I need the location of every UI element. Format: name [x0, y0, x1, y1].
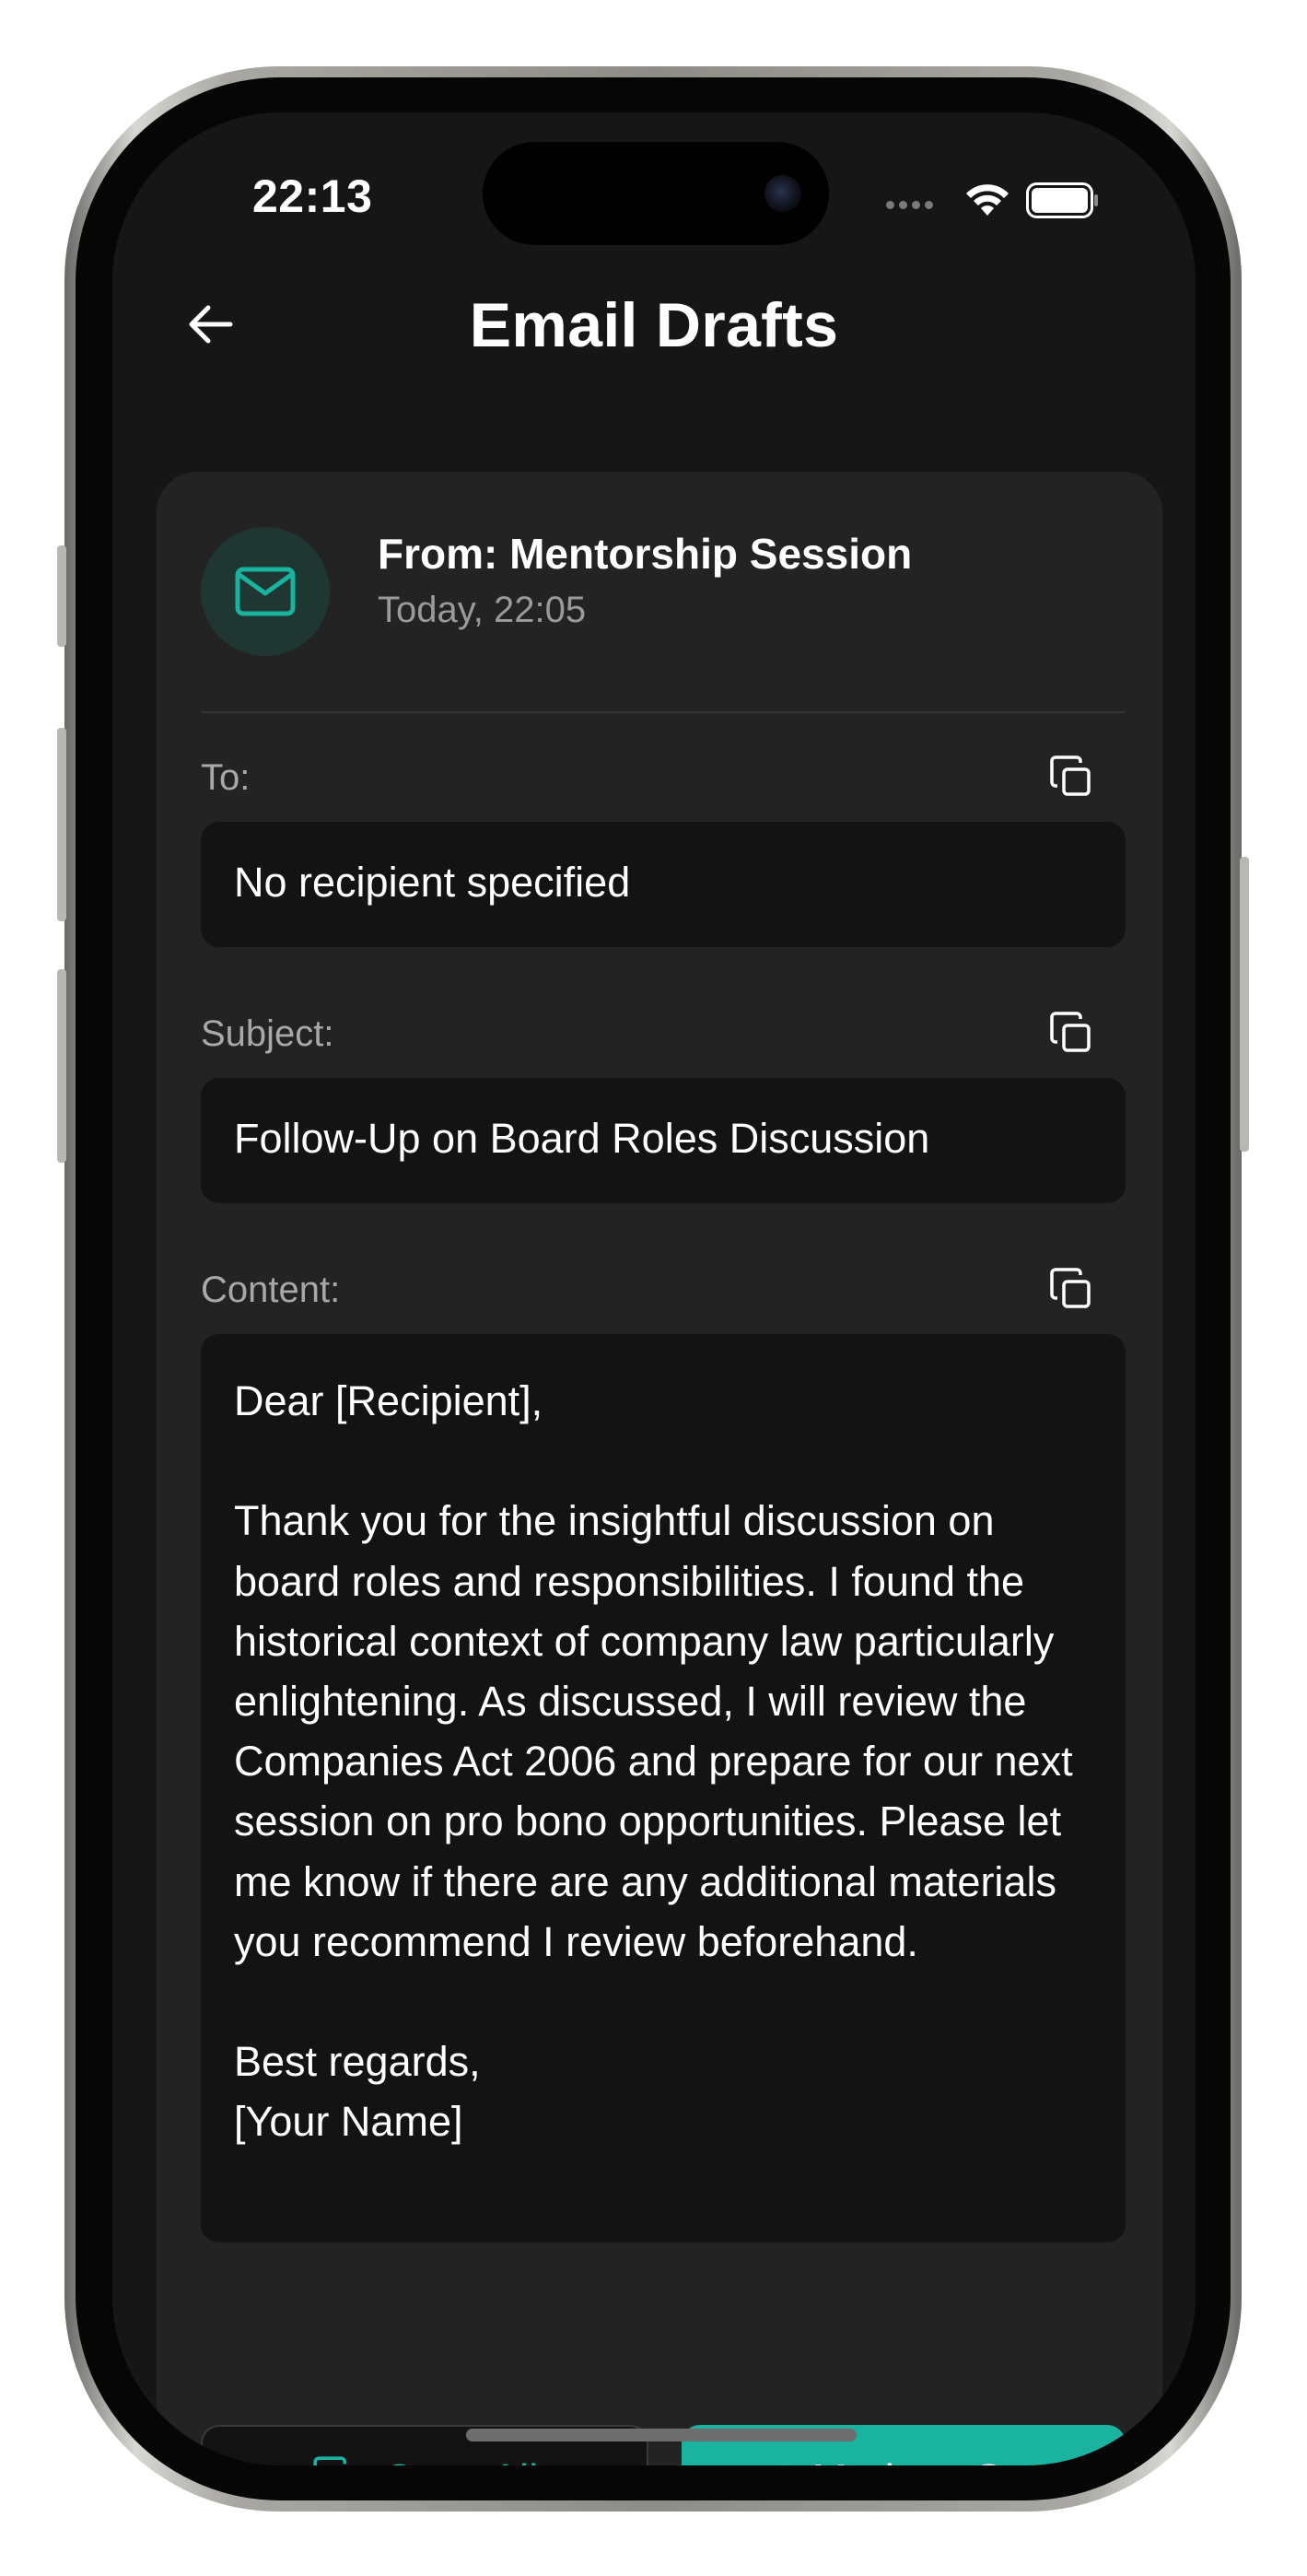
volume-down-button	[57, 969, 66, 1163]
mail-icon	[235, 567, 296, 616]
subject-value: Follow-Up on Board Roles Discussion	[234, 1115, 930, 1162]
status-time: 22:13	[252, 170, 373, 222]
power-button	[1240, 857, 1249, 1152]
wifi-icon	[966, 184, 1009, 216]
action-button	[57, 545, 66, 647]
avatar	[201, 527, 330, 656]
draft-timestamp: Today, 22:05	[378, 590, 587, 630]
status-icons	[886, 177, 1116, 223]
dynamic-island	[483, 142, 829, 245]
copy-all-label: Copy All	[383, 2454, 539, 2465]
email-draft-card: From: Mentorship Session Today, 22:05 To…	[157, 472, 1162, 2465]
subject-field[interactable]: Follow-Up on Board Roles Discussion	[201, 1078, 1126, 1203]
to-label: To:	[201, 757, 251, 798]
copy-to-icon[interactable]	[1048, 754, 1096, 802]
screen: 22:13 Email Drafts From: Mentorship Sess…	[112, 112, 1196, 2465]
checkmark-icon	[746, 2464, 787, 2465]
battery-icon	[1026, 182, 1098, 218]
content-value: Dear [Recipient], Thank you for the insi…	[234, 1377, 1073, 2146]
content-label: Content:	[201, 1270, 341, 1310]
divider	[201, 711, 1126, 713]
to-value: No recipient specified	[234, 859, 631, 906]
subject-label: Subject:	[201, 1013, 334, 1054]
page-title: Email Drafts	[469, 290, 839, 360]
front-camera	[764, 175, 801, 212]
volume-up-button	[57, 728, 66, 921]
to-field[interactable]: No recipient specified	[201, 822, 1126, 947]
copy-subject-icon[interactable]	[1048, 1010, 1096, 1058]
content-field[interactable]: Dear [Recipient], Thank you for the insi…	[201, 1334, 1126, 2242]
draft-source: From: Mentorship Session	[378, 530, 913, 578]
copy-content-icon[interactable]	[1048, 1266, 1096, 1314]
copy-icon	[312, 2456, 346, 2465]
cellular-signal-icon	[886, 201, 933, 209]
mark-as-sent-label: Mark as Sent	[812, 2454, 1062, 2465]
home-indicator[interactable]	[466, 2429, 857, 2441]
